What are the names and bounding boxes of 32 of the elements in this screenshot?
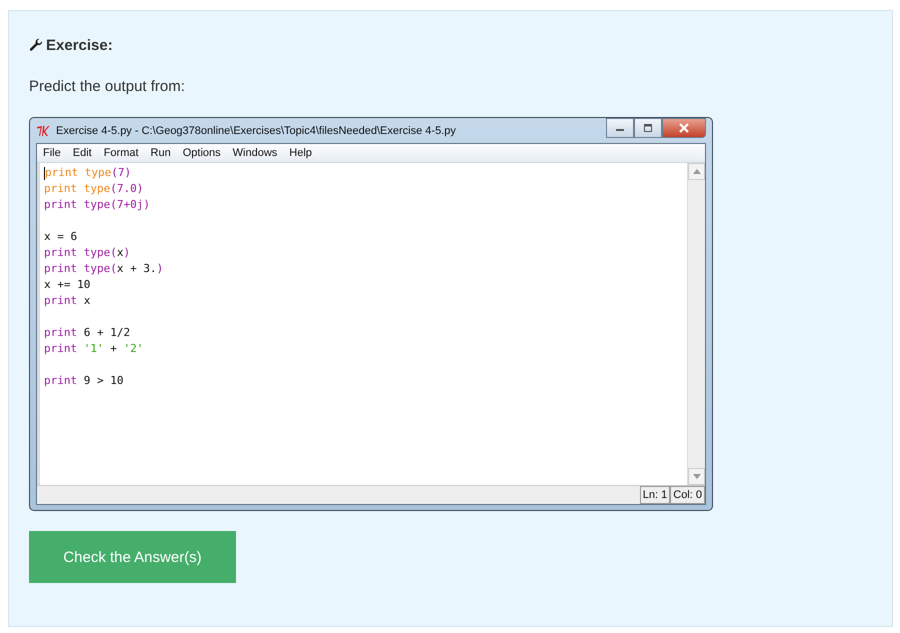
scroll-down-icon[interactable] [688,468,705,485]
code-line: print type(x) [44,245,132,261]
code-line: print type(x + 3.) [44,261,164,277]
code-line: print type(7+0j) [44,197,151,213]
code-line: x = 6 [44,229,78,245]
menu-item[interactable]: File [37,147,67,159]
scrollbar[interactable] [687,163,705,485]
menu-item[interactable]: Windows [226,147,284,159]
minimize-button[interactable] [606,118,634,138]
code-line: print 6 + 1/2 [44,325,132,341]
maximize-button[interactable] [634,118,662,138]
menu-item[interactable]: Options [176,147,227,159]
menu-item[interactable]: Help [283,147,318,159]
menu-item[interactable]: Edit [66,147,98,159]
status-field: Col: 0 [670,486,705,504]
code-line: x += 10 [44,277,92,293]
code-line: print '1' + '2' [44,341,144,357]
code-line: print type(7.0) [44,181,144,197]
window-title: Exercise 4-5.py - C:\Geog378online\Exercises\Topic4\filesNeeded\Exercise 4-5.py [56,124,456,136]
code-line: print x [44,293,92,309]
status-field: Ln: 1 [640,486,670,504]
maximize-icon[interactable] [643,124,653,132]
menu-item[interactable]: Run [144,147,177,159]
close-icon[interactable] [678,123,690,133]
menu-item[interactable]: Format [98,147,145,159]
close-button[interactable] [662,118,706,138]
code-line: print type(7) [44,165,132,181]
exercise-heading: Exercise: [46,36,113,54]
scroll-up-icon[interactable] [688,163,705,180]
wrench-icon [29,38,43,52]
instruction-text: Predict the output from: [29,78,186,95]
code-line: print 9 > 10 [44,373,124,389]
